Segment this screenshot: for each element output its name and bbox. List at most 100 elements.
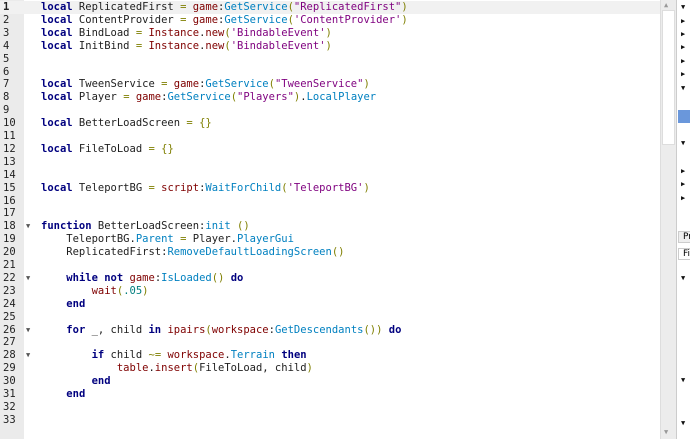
code-line[interactable]: 3local BindLoad = Instance.new('Bindable…: [0, 27, 660, 40]
code-token: game: [174, 78, 199, 90]
code-token: GetService: [205, 78, 268, 90]
collapse-arrow-icon[interactable]: ▼: [681, 84, 685, 92]
code-line[interactable]: 31 end: [0, 388, 660, 401]
scroll-up-icon[interactable]: ▲: [664, 1, 668, 9]
code-line[interactable]: 6: [0, 66, 660, 79]
code-token: workspace: [167, 349, 224, 361]
code-line[interactable]: 14: [0, 169, 660, 182]
code-token: local: [41, 27, 73, 39]
filter-input[interactable]: Fil: [678, 248, 690, 260]
scroll-down-icon[interactable]: ▼: [664, 428, 668, 436]
code-text: end: [41, 298, 85, 311]
fold-toggle-icon[interactable]: ▼: [26, 220, 30, 233]
line-number: 19: [0, 233, 22, 246]
code-line[interactable]: 17: [0, 207, 660, 220]
code-line[interactable]: 23 wait(.05): [0, 285, 660, 298]
vertical-scrollbar[interactable]: ▲ ▼: [660, 0, 676, 439]
line-number: 26: [0, 324, 22, 337]
code-text: local TweenService = game:GetService("Tw…: [41, 78, 370, 91]
collapse-arrow-icon[interactable]: ▼: [681, 419, 685, 427]
code-token: (): [212, 272, 225, 284]
code-line[interactable]: 1local ReplicatedFirst = game:GetService…: [0, 1, 660, 14]
code-token: GetDescendants: [275, 324, 364, 336]
code-line[interactable]: 13: [0, 156, 660, 169]
collapse-arrow-icon[interactable]: ▼: [681, 274, 685, 282]
code-token: ): [307, 362, 313, 374]
code-token: [41, 324, 66, 336]
line-number: 29: [0, 362, 22, 375]
code-text: local BetterLoadScreen = {}: [41, 117, 212, 130]
expand-arrow-icon[interactable]: ▶: [681, 17, 685, 25]
code-line[interactable]: 20 ReplicatedFirst:RemoveDefaultLoadingS…: [0, 246, 660, 259]
code-line[interactable]: 2local ContentProvider = game:GetService…: [0, 14, 660, 27]
code-token: game: [136, 91, 161, 103]
code-line[interactable]: 15local TeleportBG = script:WaitForChild…: [0, 182, 660, 195]
code-token: "ReplicatedFirst": [294, 1, 401, 13]
filter-icon[interactable]: ▼: [681, 3, 685, 11]
code-token: local: [41, 143, 73, 155]
code-token: WaitForChild: [205, 182, 281, 194]
code-line[interactable]: 24 end: [0, 298, 660, 311]
code-line[interactable]: 33: [0, 414, 660, 427]
scrollbar-thumb[interactable]: [662, 10, 675, 145]
code-line[interactable]: 19 TeleportBG.Parent = Player.PlayerGui: [0, 233, 660, 246]
properties-tab[interactable]: Pr: [678, 231, 690, 243]
expand-arrow-icon[interactable]: ▶: [681, 30, 685, 38]
code-line[interactable]: 26▼ for _, child in ipairs(workspace:Get…: [0, 324, 660, 337]
code-line[interactable]: 21: [0, 259, 660, 272]
code-text: TeleportBG.Parent = Player.PlayerGui: [41, 233, 294, 246]
code-line[interactable]: 18▼function BetterLoadScreen:init (): [0, 220, 660, 233]
code-line[interactable]: 4local InitBind = Instance.new('Bindable…: [0, 40, 660, 53]
code-editor[interactable]: 1local ReplicatedFirst = game:GetService…: [0, 0, 660, 439]
code-line[interactable]: 7local TweenService = game:GetService("T…: [0, 78, 660, 91]
fold-toggle-icon[interactable]: ▼: [26, 324, 30, 337]
code-token: local: [41, 91, 73, 103]
expand-arrow-icon[interactable]: ▶: [681, 43, 685, 51]
code-token: TweenService: [73, 78, 162, 90]
code-line[interactable]: 11: [0, 130, 660, 143]
code-text: table.insert(FileToLoad, child): [41, 362, 313, 375]
code-line[interactable]: 9: [0, 104, 660, 117]
code-line[interactable]: 30 end: [0, 375, 660, 388]
code-line[interactable]: 28▼ if child ~= workspace.Terrain then: [0, 349, 660, 362]
line-number: 23: [0, 285, 22, 298]
code-token: InitBind: [73, 40, 136, 52]
code-line[interactable]: 12local FileToLoad = {}: [0, 143, 660, 156]
code-token: ): [363, 78, 369, 90]
expand-arrow-icon[interactable]: ▶: [681, 180, 685, 188]
expand-arrow-icon[interactable]: ▶: [681, 167, 685, 175]
fold-toggle-icon[interactable]: ▼: [26, 349, 30, 362]
collapse-arrow-icon[interactable]: ▼: [681, 376, 685, 384]
line-number: 13: [0, 156, 22, 169]
line-number: 10: [0, 117, 22, 130]
code-text: function BetterLoadScreen:init (): [41, 220, 250, 233]
code-line[interactable]: 29 table.insert(FileToLoad, child): [0, 362, 660, 375]
expand-arrow-icon[interactable]: ▶: [681, 70, 685, 78]
code-line[interactable]: 16: [0, 195, 660, 208]
selected-tree-item[interactable]: [678, 110, 690, 123]
code-token: Player: [73, 91, 124, 103]
expand-arrow-icon[interactable]: ▶: [681, 194, 685, 202]
code-text: local BindLoad = Instance.new('BindableE…: [41, 27, 332, 40]
fold-toggle-icon[interactable]: ▼: [26, 272, 30, 285]
code-line[interactable]: 10 local BetterLoadScreen = {}: [0, 117, 660, 130]
code-token: Instance: [148, 40, 199, 52]
line-number: 12: [0, 143, 22, 156]
code-token: PlayerGui: [237, 233, 294, 245]
code-line[interactable]: 27: [0, 336, 660, 349]
code-line[interactable]: 8local Player = game:GetService("Players…: [0, 91, 660, 104]
expand-arrow-icon[interactable]: ▶: [681, 57, 685, 65]
code-token: GetService: [224, 14, 287, 26]
code-text: while not game:IsLoaded() do: [41, 272, 243, 285]
collapse-arrow-icon[interactable]: ▼: [681, 139, 685, 147]
code-line[interactable]: 32: [0, 401, 660, 414]
code-line[interactable]: 25: [0, 311, 660, 324]
code-token: ): [326, 40, 332, 52]
code-token: local: [41, 78, 73, 90]
line-number: 9: [0, 104, 22, 117]
code-line[interactable]: 5: [0, 53, 660, 66]
code-token: GetService: [167, 91, 230, 103]
code-token: BetterLoadScreen: [73, 117, 187, 129]
line-number: 6: [0, 66, 22, 79]
code-line[interactable]: 22▼ while not game:IsLoaded() do: [0, 272, 660, 285]
